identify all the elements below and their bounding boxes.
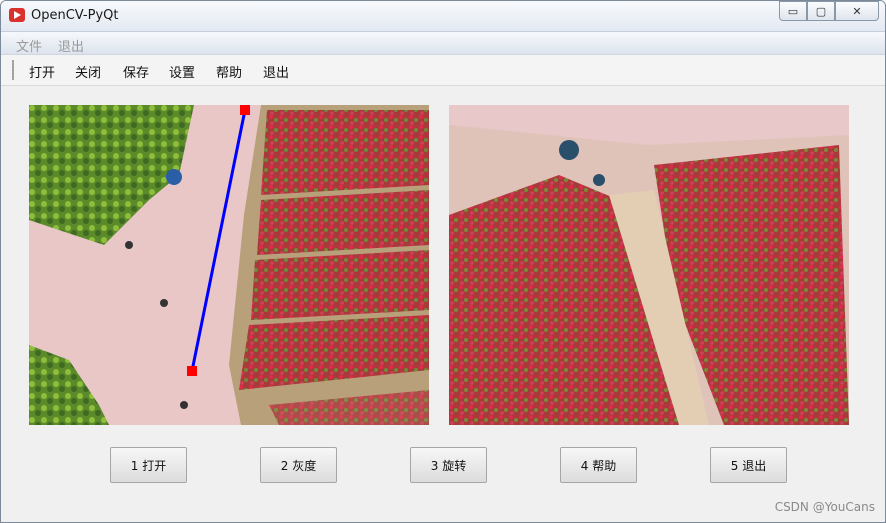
open-button[interactable]: 1 打开 [110,447,187,483]
menu-bar: 文件 退出 [1,32,885,55]
result-image-view[interactable] [449,105,849,425]
menu-file[interactable]: 文件 [16,36,42,55]
rotate-button[interactable]: 3 旋转 [410,447,487,483]
maximize-icon: ▢ [815,4,827,18]
minimize-button[interactable]: ▭ [779,1,807,21]
grayscale-button[interactable]: 2 灰度 [260,447,337,483]
result-aerial-photo [449,105,849,425]
maximize-button[interactable]: ▢ [807,1,835,21]
window-controls: ▭ ▢ ✕ [779,1,879,21]
main-window: OpenCV-PyQt ▭ ▢ ✕ 文件 退出 打开 关闭 保存 设置 帮助 退… [0,0,886,523]
close-icon: ✕ [852,4,862,18]
toolbar-close-button[interactable]: 关闭 [75,62,101,81]
menu-exit[interactable]: 退出 [58,36,84,55]
watermark: CSDN @YouCans [774,500,875,514]
toolbar-help-button[interactable]: 帮助 [216,62,242,81]
window-title: OpenCV-PyQt [31,8,119,23]
help-button[interactable]: 4 帮助 [560,447,637,483]
source-aerial-photo [29,105,429,425]
toolbar-exit-button[interactable]: 退出 [263,62,289,81]
close-button[interactable]: ✕ [835,1,879,21]
toolbar-open-button[interactable]: 打开 [29,62,55,81]
title-bar[interactable]: OpenCV-PyQt ▭ ▢ ✕ [1,1,885,32]
toolbar-save-button[interactable]: 保存 [123,62,149,81]
minimize-icon: ▭ [787,4,799,18]
toolbar-grip-icon[interactable] [12,60,14,80]
toolbar-settings-button[interactable]: 设置 [169,62,195,81]
app-icon [9,8,25,22]
toolbar: 打开 关闭 保存 设置 帮助 退出 [1,55,885,86]
line-start-marker[interactable] [240,105,250,115]
source-image-view[interactable] [29,105,429,425]
line-end-marker[interactable] [187,366,197,376]
exit-button[interactable]: 5 退出 [710,447,787,483]
